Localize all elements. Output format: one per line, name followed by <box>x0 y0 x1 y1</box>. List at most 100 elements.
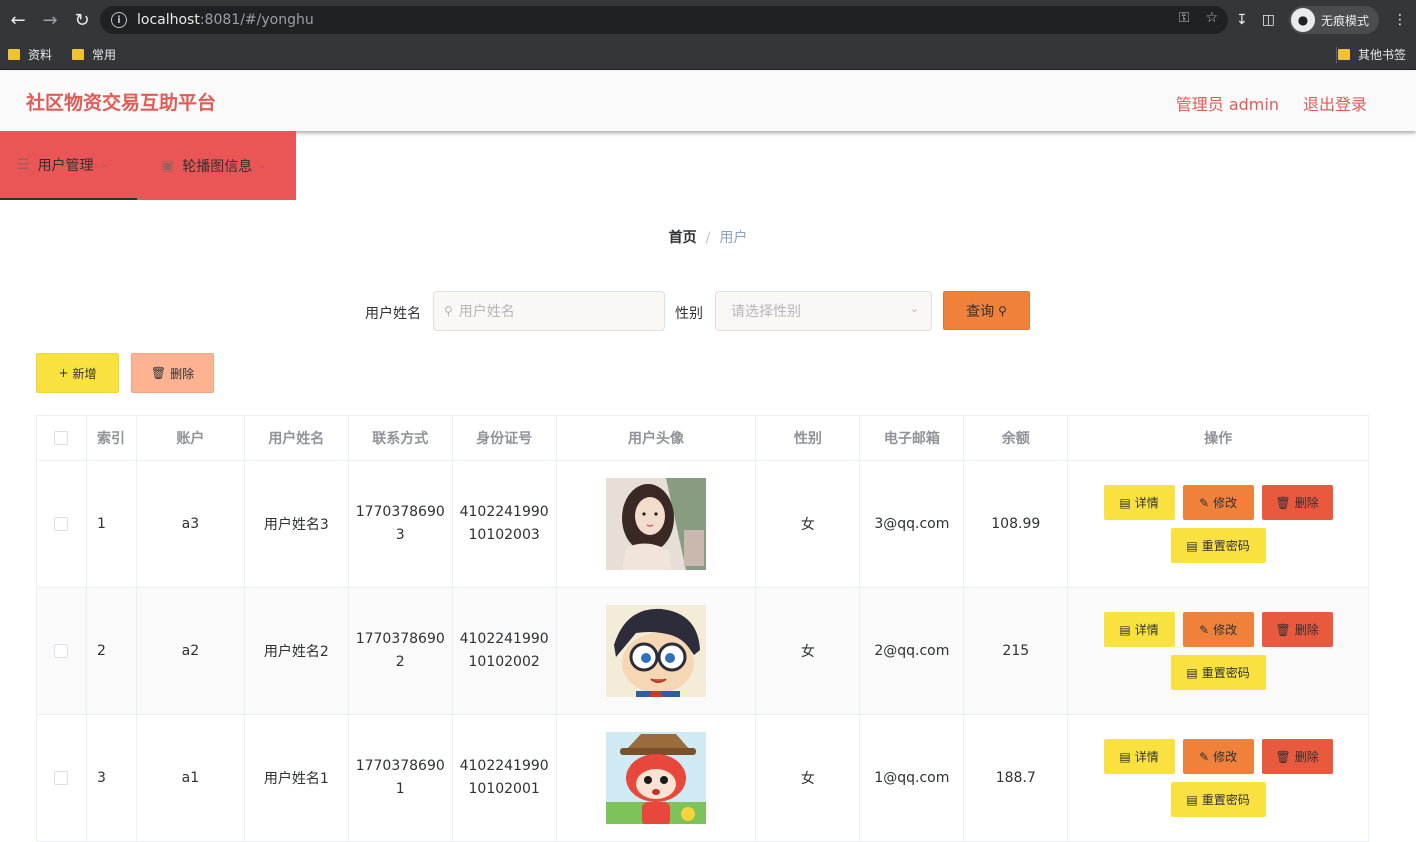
avatar-image <box>606 732 707 824</box>
document-icon: ▤ <box>1119 495 1131 510</box>
table-row: 1 a3 用户姓名3 17703786903 41022419901010200… <box>37 461 1369 588</box>
document-icon: ▤ <box>1119 622 1131 637</box>
gender-placeholder: 请选择性别 <box>731 304 801 320</box>
row-name: 用户姓名1 <box>244 715 349 842</box>
url-text: localhost:8081/#/yonghu <box>137 12 314 28</box>
column-header: 索引 <box>86 416 137 461</box>
column-header: 账户 <box>136 416 245 461</box>
document-icon: ▤ <box>1186 792 1198 807</box>
row-id-card: 410224199010102002 <box>459 631 549 670</box>
delete-button[interactable]: 🗑 删除 <box>1261 612 1333 647</box>
column-header: 性别 <box>756 416 861 461</box>
bookmark-folder[interactable]: 常用 <box>72 46 116 63</box>
other-bookmarks[interactable]: 其他书签 <box>1338 46 1406 63</box>
reset-password-button[interactable]: ▤ 重置密码 <box>1170 655 1266 690</box>
detail-button[interactable]: ▤ 详情 <box>1103 739 1175 774</box>
row-balance: 188.7 <box>964 715 1069 842</box>
menu-item-carousel[interactable]: ▣ 轮播图信息 ⌄ <box>137 131 296 200</box>
key-icon[interactable]: ⚿ <box>1179 10 1190 26</box>
breadcrumb: 首页 / 用户 <box>0 227 1416 247</box>
chevron-down-icon: ⌄ <box>258 160 267 171</box>
column-header: 电子邮箱 <box>860 416 965 461</box>
edit-button[interactable]: ✎ 修改 <box>1182 485 1254 520</box>
download-icon[interactable]: ↧ <box>1236 12 1248 28</box>
trash-icon: 🗑 <box>1275 622 1291 637</box>
gender-label: 性别 <box>675 306 703 322</box>
breadcrumb-home[interactable]: 首页 <box>669 230 697 246</box>
row-email: 3@qq.com <box>860 461 965 588</box>
table-row: 2 a2 用户姓名2 17703786902 41022419901010200… <box>37 588 1369 715</box>
row-name: 用户姓名2 <box>244 588 349 715</box>
row-phone: 17703786903 <box>355 504 445 543</box>
row-gender: 女 <box>756 588 861 715</box>
row-account: a3 <box>136 461 245 588</box>
document-icon: ▤ <box>1186 538 1198 553</box>
chevron-down-icon: ⌄ <box>909 302 919 315</box>
trash-icon: 🗑 <box>1275 495 1291 510</box>
incognito-icon: ● <box>1290 8 1315 32</box>
more-icon[interactable]: ⋮ <box>1393 12 1407 28</box>
column-header: 余额 <box>964 416 1069 461</box>
logout-link[interactable]: 退出登录 <box>1303 91 1367 115</box>
row-checkbox[interactable] <box>54 771 69 785</box>
delete-button[interactable]: 🗑 删除 <box>1261 739 1333 774</box>
app-header: 社区物资交易互助平台 管理员 admin 退出登录 <box>0 71 1416 131</box>
sidepanel-icon[interactable]: ◫ <box>1262 12 1275 28</box>
table-row: 3 a1 用户姓名1 17703786901 41022419901010200… <box>37 715 1369 842</box>
row-account: a2 <box>136 588 245 715</box>
query-button[interactable]: 查询 ⚲ <box>943 291 1030 330</box>
detail-button[interactable]: ▤ 详情 <box>1103 612 1175 647</box>
monitor-icon: ▣ <box>161 157 175 174</box>
row-email: 1@qq.com <box>860 715 965 842</box>
row-email: 2@qq.com <box>860 588 965 715</box>
search-form: 用户姓名 ⚲ 用户姓名 性别 请选择性别 ⌄ 查询 ⚲ <box>0 291 1416 331</box>
column-header: 身份证号 <box>452 416 557 461</box>
row-balance: 215 <box>964 588 1069 715</box>
chevron-down-icon: ⌄ <box>99 159 108 170</box>
document-icon: ▤ <box>1186 665 1198 680</box>
pencil-icon: ✎ <box>1199 495 1210 510</box>
back-icon[interactable]: ← <box>4 6 32 34</box>
column-header: 联系方式 <box>348 416 453 461</box>
row-id-card: 410224199010102003 <box>459 504 549 543</box>
row-checkbox[interactable] <box>54 517 69 531</box>
forward-icon[interactable]: → <box>36 6 64 34</box>
star-icon[interactable]: ☆ <box>1205 10 1218 26</box>
incognito-badge[interactable]: ● 无痕模式 <box>1288 6 1379 34</box>
incognito-label: 无痕模式 <box>1320 13 1369 28</box>
row-account: a1 <box>136 715 245 842</box>
name-placeholder: 用户姓名 <box>458 304 515 320</box>
app-title: 社区物资交易互助平台 <box>26 91 217 114</box>
pencil-icon: ✎ <box>1199 749 1210 764</box>
column-header: 操作 <box>1068 416 1369 461</box>
user-table: 索引 账户 用户姓名 联系方式 身份证号 用户头像 性别 电子邮箱 余额 操作 … <box>36 415 1369 842</box>
edit-button[interactable]: ✎ 修改 <box>1182 612 1254 647</box>
reload-icon[interactable]: ↻ <box>68 6 96 34</box>
delete-button[interactable]: 🗑 删除 <box>1261 485 1333 520</box>
browser-toolbar: ← → ↻ i localhost:8081/#/yonghu ⚿ ☆ ↧ ◫ … <box>0 0 1416 40</box>
batch-delete-button[interactable]: 🗑 删除 <box>131 353 214 393</box>
menu-item-user-management[interactable]: ☰ 用户管理 ⌄ <box>0 131 137 200</box>
row-checkbox[interactable] <box>54 644 69 658</box>
gender-select[interactable]: 请选择性别 ⌄ <box>715 291 932 331</box>
reset-password-button[interactable]: ▤ 重置密码 <box>1170 528 1266 563</box>
column-header: 用户姓名 <box>244 416 349 461</box>
top-menu: ☰ 用户管理 ⌄ ▣ 轮播图信息 ⌄ <box>0 131 296 200</box>
name-search-input[interactable]: ⚲ 用户姓名 <box>433 291 665 331</box>
plus-icon: + <box>58 366 69 380</box>
document-icon: ▤ <box>1119 749 1131 764</box>
row-gender: 女 <box>756 715 861 842</box>
table-header: 索引 账户 用户姓名 联系方式 身份证号 用户头像 性别 电子邮箱 余额 操作 <box>37 416 1369 461</box>
avatar-image <box>606 605 707 697</box>
trash-icon: 🗑 <box>150 366 167 380</box>
pencil-icon: ✎ <box>1199 622 1210 637</box>
add-button[interactable]: + 新增 <box>36 353 119 393</box>
bookmark-folder[interactable]: 资料 <box>8 46 52 63</box>
info-icon[interactable]: i <box>111 12 127 28</box>
admin-user-label: 管理员 admin <box>1175 95 1279 114</box>
edit-button[interactable]: ✎ 修改 <box>1182 739 1254 774</box>
select-all-checkbox[interactable] <box>54 431 69 445</box>
reset-password-button[interactable]: ▤ 重置密码 <box>1170 782 1266 817</box>
address-bar[interactable]: i localhost:8081/#/yonghu ⚿ ☆ <box>100 6 1228 34</box>
detail-button[interactable]: ▤ 详情 <box>1103 485 1175 520</box>
